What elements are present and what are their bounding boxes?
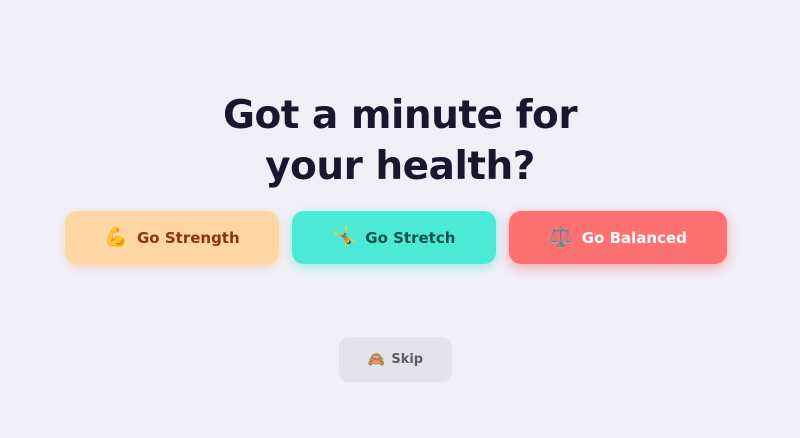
- page-title: Got a minute for your health?: [0, 90, 800, 192]
- see-no-evil-monkey-icon: 🙈: [367, 351, 386, 368]
- skip-button[interactable]: 🙈 Skip: [339, 337, 452, 382]
- go-balanced-button[interactable]: ⚖️ Go Balanced: [509, 211, 727, 264]
- person-stretching-icon: 🤸: [332, 226, 357, 248]
- go-stretch-button[interactable]: 🤸 Go Stretch: [292, 211, 496, 264]
- go-stretch-label: Go Stretch: [365, 228, 456, 247]
- headline-line-2: your health?: [265, 144, 535, 189]
- flexed-biceps-icon: 💪: [104, 226, 128, 248]
- go-balanced-label: Go Balanced: [581, 228, 687, 247]
- go-strength-label: Go Strength: [137, 228, 240, 247]
- go-strength-button[interactable]: 💪 Go Strength: [65, 211, 279, 264]
- balance-scale-icon: ⚖️: [549, 226, 573, 248]
- headline-line-1: Got a minute for: [222, 93, 578, 138]
- skip-label: Skip: [391, 352, 424, 367]
